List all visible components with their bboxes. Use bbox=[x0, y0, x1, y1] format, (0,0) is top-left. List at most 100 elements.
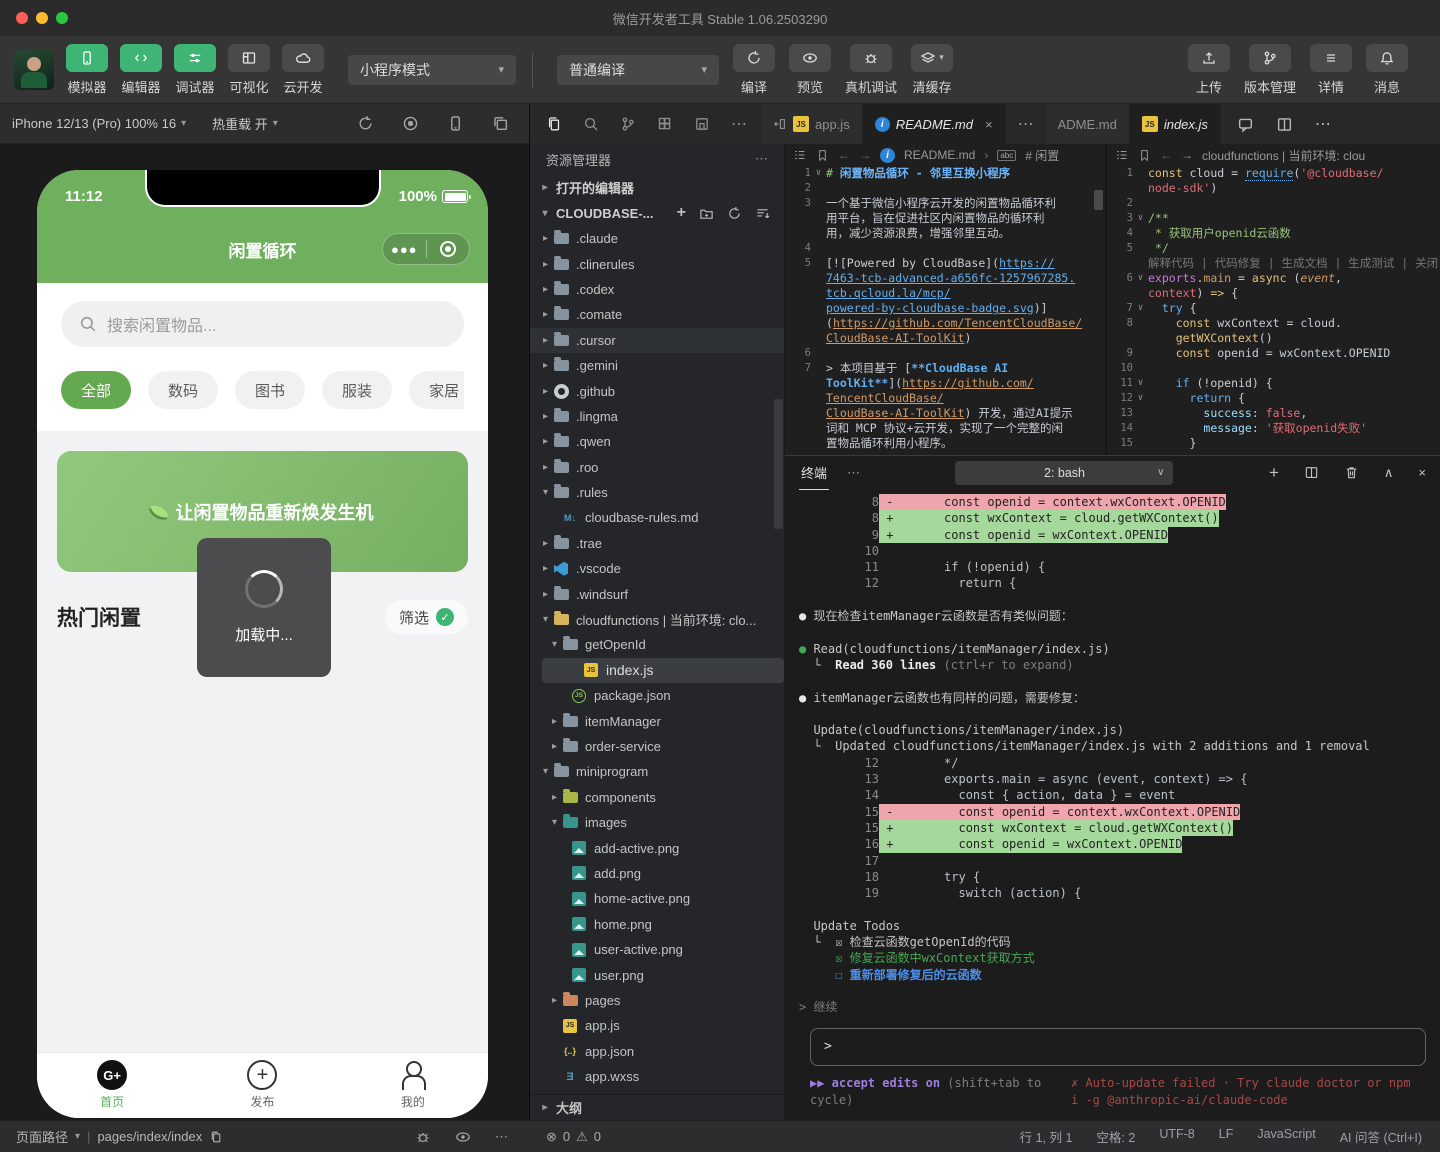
terminal-output[interactable]: 8 - const openid = context.wxContext.OPE… bbox=[785, 489, 1440, 1016]
more-actions-icon[interactable]: ⋯ bbox=[1315, 114, 1331, 134]
tab-overflow-icon[interactable]: ⋯ bbox=[1006, 104, 1046, 144]
refresh-explorer-icon[interactable] bbox=[727, 206, 742, 221]
npm-icon[interactable] bbox=[694, 116, 710, 132]
nav-back-icon[interactable]: ← bbox=[1160, 148, 1172, 162]
bookmark-icon[interactable] bbox=[816, 149, 829, 162]
shell-select[interactable]: 2: bash ∨ bbox=[955, 461, 1173, 485]
tree-item-cloudfunctions | 当前环境: clo...[interactable]: ▾cloudfunctions | 当前环境: clo... bbox=[530, 607, 784, 632]
files-icon[interactable] bbox=[546, 116, 562, 132]
close-panel-icon[interactable]: × bbox=[1418, 465, 1426, 480]
tree-item-package.json[interactable]: JSpackage.json bbox=[530, 683, 784, 708]
tree-item-components[interactable]: ▸components bbox=[530, 785, 784, 810]
editor-readme[interactable]: ← → i README.md › abc # 闲置 1∨# 闲置物品循环 - … bbox=[785, 144, 1107, 455]
nav-forward-icon[interactable]: → bbox=[859, 148, 871, 162]
tree-item-.qwen[interactable]: ▸.qwen bbox=[530, 429, 784, 454]
tree-item-.roo[interactable]: ▸.roo bbox=[530, 455, 784, 480]
fold-icon[interactable]: ∨ bbox=[1133, 271, 1148, 286]
stop-record-icon[interactable] bbox=[402, 115, 419, 132]
status-LF[interactable]: LF bbox=[1219, 1127, 1234, 1146]
outline-section[interactable]: ▸ 大纲 bbox=[530, 1094, 784, 1120]
errors-icon[interactable]: ⊗ bbox=[546, 1129, 557, 1145]
chip-服装[interactable]: 服装 bbox=[322, 371, 392, 409]
indexjs-code[interactable]: 1const cloud = require('@cloudbase/node-… bbox=[1107, 166, 1440, 451]
explorer-more-icon[interactable]: ⋯ bbox=[755, 151, 768, 167]
page-path-select[interactable]: 页面路径 bbox=[16, 1127, 68, 1146]
more-icon[interactable]: ⋯ bbox=[495, 1129, 508, 1145]
action-消息[interactable]: 消息 bbox=[1366, 44, 1408, 96]
status-JavaScript[interactable]: JavaScript bbox=[1257, 1127, 1315, 1146]
status--1-1[interactable]: 行 1, 列 1 bbox=[1020, 1127, 1073, 1146]
nav-forward-icon[interactable]: → bbox=[1181, 148, 1193, 162]
split-terminal-icon[interactable] bbox=[1304, 465, 1319, 480]
tool-云开发[interactable]: 云开发 bbox=[282, 44, 324, 96]
fold-icon[interactable]: ∨ bbox=[1133, 301, 1148, 316]
tree-item-.lingma[interactable]: ▸.lingma bbox=[530, 404, 784, 429]
multi-window-icon[interactable] bbox=[492, 115, 509, 132]
claude-prompt-input[interactable]: > bbox=[810, 1028, 1426, 1066]
restart-icon[interactable] bbox=[357, 115, 374, 132]
compile-select[interactable]: 普通编译 ▾ bbox=[557, 55, 719, 85]
readme-code[interactable]: 1∨# 闲置物品循环 - 邻里互换小程序23一个基于微信小程序云开发的闲置物品循… bbox=[785, 166, 1105, 451]
outline-icon[interactable] bbox=[1115, 148, 1129, 162]
tree-item-.vscode[interactable]: ▸.vscode bbox=[530, 556, 784, 581]
action-编译[interactable]: 编译 bbox=[733, 44, 775, 96]
fold-icon[interactable]: ∨ bbox=[811, 166, 826, 181]
new-file-icon[interactable]: + bbox=[677, 205, 686, 221]
tree-item-index.js[interactable]: JSindex.js bbox=[542, 658, 784, 683]
fold-icon[interactable]: ∨ bbox=[1133, 211, 1148, 226]
tabbar-首页[interactable]: G+首页 bbox=[37, 1053, 187, 1118]
open-editors-section[interactable]: ▸ 打开的编辑器 bbox=[530, 174, 784, 200]
chat-icon[interactable] bbox=[1237, 116, 1254, 133]
tree-item-.comate[interactable]: ▸.comate bbox=[530, 302, 784, 327]
git-icon[interactable] bbox=[620, 116, 636, 132]
bookmark-icon[interactable] bbox=[1138, 149, 1151, 162]
tree-item-.gemini[interactable]: ▸.gemini bbox=[530, 353, 784, 378]
fold-icon[interactable]: ∨ bbox=[1133, 376, 1148, 391]
new-folder-icon[interactable] bbox=[699, 206, 714, 221]
tree-item-app.wxss[interactable]: Ǝapp.wxss bbox=[530, 1064, 784, 1089]
chip-家居[interactable]: 家居 bbox=[409, 371, 464, 409]
explorer-scrollbar[interactable] bbox=[774, 399, 783, 529]
terminal-more-icon[interactable]: ⋯ bbox=[847, 465, 860, 481]
action-预览[interactable]: 预览 bbox=[789, 44, 831, 96]
tree-item-.clinerules[interactable]: ▸.clinerules bbox=[530, 251, 784, 276]
editor-scrollbar[interactable] bbox=[1094, 190, 1103, 210]
chip-全部[interactable]: 全部 bbox=[61, 371, 131, 409]
more-icon[interactable]: ⋯ bbox=[731, 114, 747, 134]
preview-eye-icon[interactable] bbox=[455, 1129, 471, 1145]
copy-path-icon[interactable] bbox=[209, 1130, 223, 1144]
tree-item-add-active.png[interactable]: add-active.png bbox=[530, 835, 784, 860]
search-input[interactable]: 搜索闲置物品... bbox=[61, 301, 464, 347]
tool-模拟器[interactable]: 模拟器 bbox=[66, 44, 108, 96]
tree-item-.claude[interactable]: ▸.claude bbox=[530, 226, 784, 251]
tree-item-.windsurf[interactable]: ▸.windsurf bbox=[530, 581, 784, 606]
tool-编辑器[interactable]: 编辑器 bbox=[120, 44, 162, 96]
tree-item-app.json[interactable]: {..}app.json bbox=[530, 1039, 784, 1064]
project-section[interactable]: ▾ CLOUDBASE-... + bbox=[530, 200, 784, 226]
terminal-tab[interactable]: 终端 bbox=[799, 456, 829, 490]
tree-item-miniprogram[interactable]: ▾miniprogram bbox=[530, 759, 784, 784]
tree-item-.rules[interactable]: ▾.rules bbox=[530, 480, 784, 505]
close-miniapp-button[interactable] bbox=[427, 241, 470, 257]
chip-数码[interactable]: 数码 bbox=[148, 371, 218, 409]
close-tab-icon[interactable]: × bbox=[985, 117, 993, 132]
action-上传[interactable]: 上传 bbox=[1188, 44, 1230, 96]
tree-item-itemManager[interactable]: ▸itemManager bbox=[530, 708, 784, 733]
hot-reload-toggle[interactable]: 热重载 开 ▾ bbox=[212, 114, 278, 133]
fold-icon[interactable]: ∨ bbox=[1133, 391, 1148, 406]
split-editor-icon[interactable] bbox=[1276, 116, 1293, 133]
action-版本管理[interactable]: 版本管理 bbox=[1244, 44, 1296, 96]
status--2[interactable]: 空格: 2 bbox=[1096, 1127, 1135, 1146]
tree-item-user.png[interactable]: user.png bbox=[530, 962, 784, 987]
chip-图书[interactable]: 图书 bbox=[235, 371, 305, 409]
action-详情[interactable]: 详情 bbox=[1310, 44, 1352, 96]
tree-item-.github[interactable]: ▸.github bbox=[530, 378, 784, 403]
tree-item-getOpenId[interactable]: ▾getOpenId bbox=[530, 632, 784, 657]
tree-item-add.png[interactable]: add.png bbox=[530, 861, 784, 886]
editor-indexjs[interactable]: ← → cloudfunctions | 当前环境: clou 1const c… bbox=[1107, 144, 1440, 455]
action-清缓存[interactable]: ▾清缓存 bbox=[911, 44, 953, 96]
tabbar-发布[interactable]: +发布 bbox=[187, 1053, 337, 1118]
tab-README.md[interactable]: iREADME.md× bbox=[863, 104, 1006, 144]
tree-item-cloudbase-rules.md[interactable]: M↓cloudbase-rules.md bbox=[530, 505, 784, 530]
tree-item-order-service[interactable]: ▸order-service bbox=[530, 734, 784, 759]
